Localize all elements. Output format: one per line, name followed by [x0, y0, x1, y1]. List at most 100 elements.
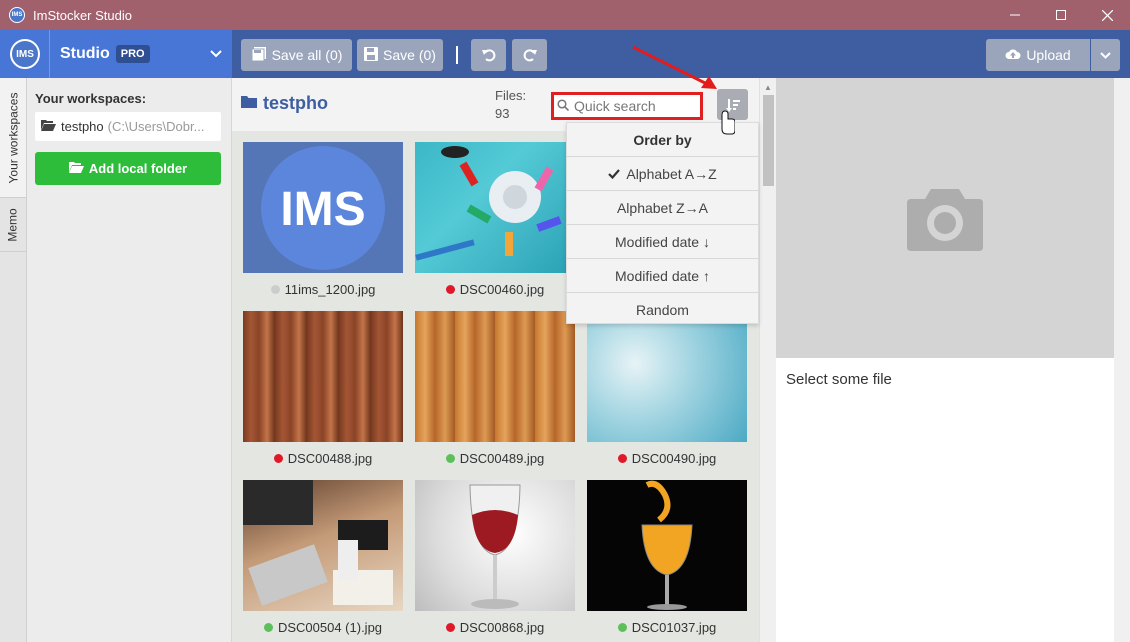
toolbar-divider	[456, 46, 458, 64]
sort-alphabet-asc[interactable]: Alphabet A→Z	[567, 157, 758, 191]
annotation-arrow-icon	[632, 45, 735, 135]
preview-panel: Select some file	[776, 78, 1130, 642]
folder-title: testpho	[241, 93, 328, 114]
minimize-icon	[1010, 14, 1020, 16]
file-name: DSC00504 (1).jpg	[277, 620, 383, 635]
scrollbar-thumb[interactable]	[763, 95, 774, 186]
file-tile[interactable]: DSC01037.jpg	[587, 480, 747, 635]
main-toolbar: IMS Studio PRO Save all (0) Save (0) Upl…	[0, 30, 1130, 78]
workspaces-panel: Your workspaces: testpho (C:\Users\Dobr.…	[27, 78, 232, 642]
undo-button[interactable]	[471, 39, 506, 71]
chevron-down-icon	[1100, 51, 1111, 59]
maximize-icon	[1056, 10, 1066, 20]
tab-memo-label: Memo	[6, 207, 20, 242]
sort-option-label: Random	[636, 302, 689, 318]
save-all-icon	[251, 46, 267, 65]
file-tile[interactable]: DSC00489.jpg	[415, 311, 575, 466]
maximize-button[interactable]	[1038, 0, 1084, 30]
window-title: ImStocker Studio	[33, 7, 132, 23]
workspace-path: (C:\Users\Dobr...	[107, 119, 205, 134]
thumbnail-image	[415, 142, 575, 273]
preview-placeholder	[776, 78, 1114, 358]
folder-name: testpho	[263, 93, 328, 113]
status-dot	[445, 285, 455, 294]
tab-your-workspaces[interactable]: Your workspaces	[0, 78, 26, 198]
file-name: DSC00490.jpg	[631, 451, 717, 466]
minimize-button[interactable]	[992, 0, 1038, 30]
redo-icon	[523, 49, 537, 62]
sort-option-label: Alphabet A→Z	[626, 165, 717, 182]
files-count: Files: 93	[495, 87, 526, 123]
workspace-item[interactable]: testpho (C:\Users\Dobr...	[35, 112, 221, 141]
tab-memo[interactable]: Memo	[0, 198, 26, 252]
files-label: Files:	[495, 88, 527, 103]
floppy-icon	[364, 46, 379, 64]
status-dot	[263, 623, 273, 632]
folder-icon	[241, 95, 257, 112]
add-local-folder-label: Add local folder	[88, 161, 188, 176]
ims-logo: IMS	[10, 39, 40, 69]
title-bar: IMS ImStocker Studio	[0, 0, 1130, 30]
file-name: DSC00460.jpg	[459, 282, 545, 297]
file-name: DSC00868.jpg	[459, 620, 545, 635]
studio-switcher[interactable]: IMS Studio PRO	[0, 30, 232, 78]
app-icon: IMS	[9, 7, 25, 23]
folder-open-icon	[68, 161, 84, 176]
thumbnail-image	[243, 480, 403, 611]
undo-icon	[481, 49, 495, 62]
thumbnail-image	[587, 480, 747, 611]
sort-modified-desc[interactable]: Modified date ↓	[567, 225, 758, 259]
file-tile[interactable]: DSC00504 (1).jpg	[243, 480, 403, 635]
save-all-label: Save all (0)	[271, 47, 343, 63]
side-tab-strip: Your workspaces Memo	[0, 78, 27, 642]
order-by-menu: Order by Alphabet A→Z Alphabet Z→A Modif…	[566, 122, 759, 324]
add-local-folder-button[interactable]: Add local folder	[35, 152, 221, 185]
file-tile[interactable]: DSC00490.jpg	[587, 311, 747, 466]
redo-button[interactable]	[512, 39, 547, 71]
search-icon	[557, 98, 570, 114]
file-tile[interactable]: DSC00488.jpg	[243, 311, 403, 466]
sort-alphabet-desc[interactable]: Alphabet Z→A	[567, 191, 758, 225]
cloud-upload-icon	[1005, 47, 1021, 63]
close-icon	[1101, 9, 1113, 21]
status-dot	[617, 454, 627, 463]
file-tile[interactable]: DSC00460.jpg	[415, 142, 575, 297]
thumbnail-image: IMS	[243, 142, 403, 273]
thumbnail-image	[415, 311, 575, 442]
file-name: DSC00488.jpg	[287, 451, 373, 466]
status-dot	[273, 454, 283, 463]
close-button[interactable]	[1084, 0, 1130, 30]
upload-options-button[interactable]	[1091, 39, 1120, 71]
file-name: DSC01037.jpg	[631, 620, 717, 635]
brand-name: Studio	[60, 45, 110, 62]
file-list-scrollbar[interactable]: ▲	[759, 78, 776, 642]
scroll-up-icon: ▲	[764, 83, 772, 92]
status-dot	[617, 623, 627, 632]
upload-button[interactable]: Upload	[986, 39, 1090, 71]
sort-option-label: Alphabet Z→A	[616, 199, 709, 216]
sort-modified-asc[interactable]: Modified date ↑	[567, 259, 758, 293]
preview-empty-text: Select some file	[786, 371, 892, 388]
svg-text:IMS: IMS	[280, 183, 365, 236]
camera-icon	[907, 189, 983, 251]
preview-scrollbar[interactable]	[1114, 78, 1130, 642]
check-icon	[608, 166, 621, 182]
file-name: DSC00489.jpg	[459, 451, 545, 466]
thumbnail-image	[243, 311, 403, 442]
tab-your-workspaces-label: Your workspaces	[6, 92, 20, 183]
file-name: 11ims_1200.jpg	[284, 282, 376, 297]
file-tile[interactable]: DSC00868.jpg	[415, 480, 575, 635]
status-dot	[445, 623, 455, 632]
workspace-name: testpho	[61, 119, 104, 134]
status-dot	[445, 454, 455, 463]
thumbnail-image	[415, 480, 575, 611]
save-all-button[interactable]: Save all (0)	[241, 39, 352, 71]
files-number: 93	[495, 106, 510, 121]
upload-label: Upload	[1026, 47, 1071, 63]
thumbnail-image	[587, 311, 747, 442]
save-button[interactable]: Save (0)	[357, 39, 443, 71]
folder-open-icon	[41, 119, 56, 134]
status-dot	[270, 285, 280, 294]
file-tile[interactable]: IMS 11ims_1200.jpg	[243, 142, 403, 297]
sort-random[interactable]: Random	[567, 293, 758, 327]
